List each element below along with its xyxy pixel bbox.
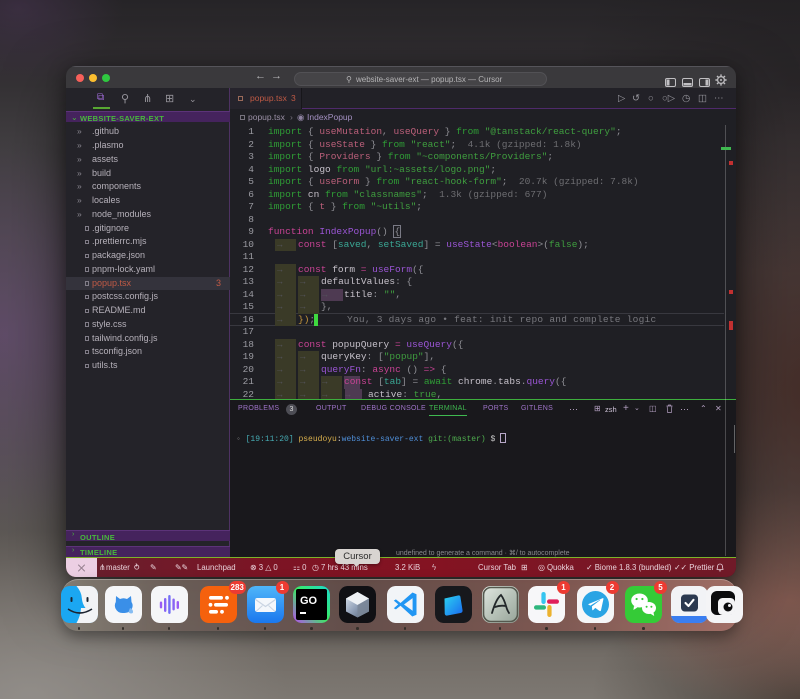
svg-text:GO: GO [300, 595, 318, 607]
